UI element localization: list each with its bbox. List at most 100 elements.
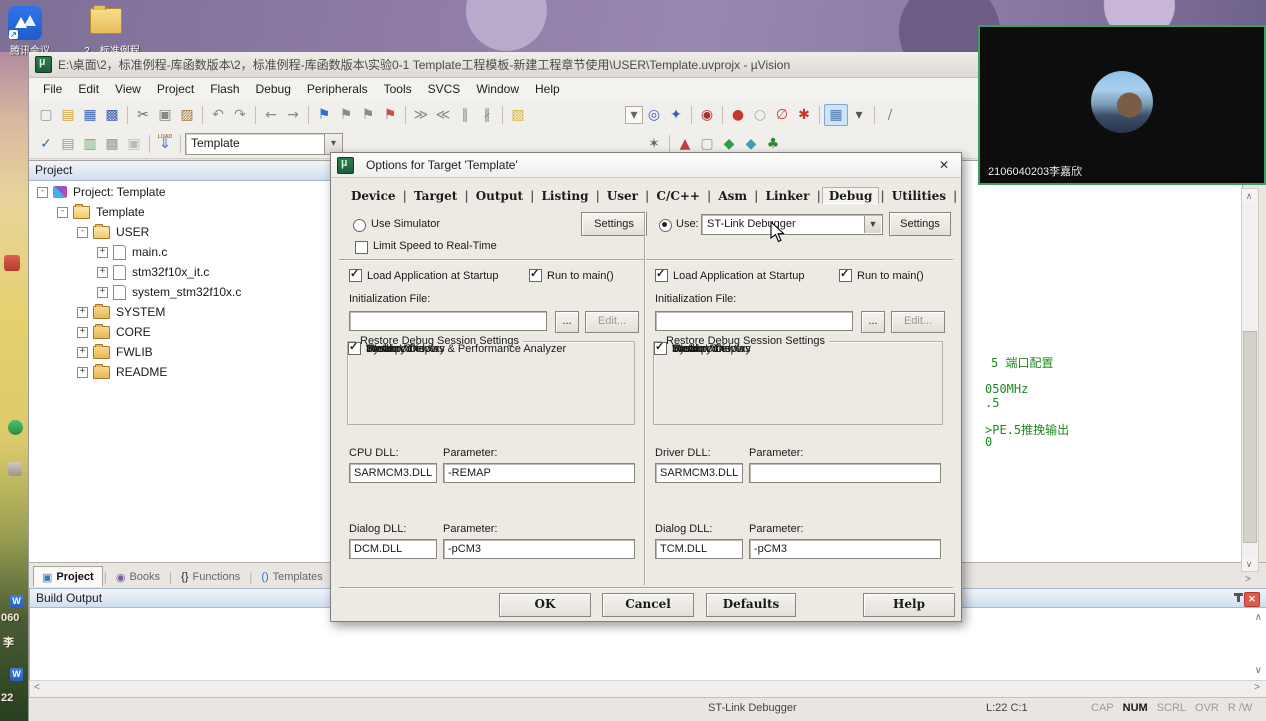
desktop-shortcut-icon[interactable] bbox=[4, 255, 20, 271]
dropdown-caret-icon[interactable]: ▾ bbox=[625, 106, 643, 124]
init-file-input[interactable] bbox=[655, 311, 853, 331]
webcam-overlay[interactable]: 2106040203李嘉欣 bbox=[978, 25, 1266, 185]
dialog-tab-output[interactable]: Output bbox=[470, 188, 529, 204]
comment-icon[interactable]: ∥ bbox=[454, 105, 476, 125]
expand-icon[interactable]: + bbox=[97, 266, 108, 278]
new-file-icon[interactable]: ▢ bbox=[35, 105, 57, 125]
tree-item-core[interactable]: + CORE bbox=[29, 322, 333, 342]
restore-check-system-viewer[interactable]: System Viewer bbox=[348, 340, 439, 355]
dialog-tab-linker[interactable]: Linker bbox=[760, 188, 816, 204]
checkbox-checked-icon[interactable] bbox=[529, 267, 542, 282]
dialog-tab-device[interactable]: Device bbox=[345, 188, 402, 204]
close-icon[interactable]: ✕ bbox=[935, 157, 953, 174]
load-application-checkbox[interactable]: Load Application at Startup bbox=[655, 267, 804, 282]
scroll-down-icon[interactable]: ∨ bbox=[1255, 665, 1262, 676]
tree-item-main-c[interactable]: + main.c bbox=[29, 242, 333, 262]
simulator-settings-button[interactable]: Settings bbox=[581, 212, 647, 236]
scroll-up-icon[interactable]: ∧ bbox=[1255, 612, 1262, 623]
bookmark-toggle-icon[interactable]: ⚑ bbox=[313, 105, 335, 125]
desktop-shortcut-icon[interactable] bbox=[8, 420, 23, 435]
find-in-files-icon[interactable]: ◎ bbox=[643, 105, 665, 125]
expand-icon[interactable]: + bbox=[97, 286, 108, 298]
tree-item-system[interactable]: + SYSTEM bbox=[29, 302, 333, 322]
breakpoints-disable-all-icon[interactable]: ∅ bbox=[771, 105, 793, 125]
select-device-icon[interactable]: ◆ bbox=[740, 134, 762, 154]
parameter-input[interactable] bbox=[749, 463, 941, 483]
close-icon[interactable]: ✕ bbox=[1244, 592, 1260, 607]
layout-caret-icon[interactable]: ▾ bbox=[848, 105, 870, 125]
configure-wrench-icon[interactable]: ∕ bbox=[879, 105, 901, 125]
hscroll-left-icon[interactable]: < bbox=[34, 682, 40, 693]
editor-vscrollbar[interactable]: ∧ ∨ bbox=[1241, 188, 1259, 572]
collapse-icon[interactable]: - bbox=[57, 206, 68, 218]
tab-templates[interactable]: () Templates bbox=[253, 567, 330, 587]
menu-peripherals[interactable]: Peripherals bbox=[299, 80, 376, 98]
tree-item-system-stm32f10x-c[interactable]: + system_stm32f10x.c bbox=[29, 282, 333, 302]
tree-item-fwlib[interactable]: + FWLIB bbox=[29, 342, 333, 362]
dialog-titlebar[interactable]: Options for Target 'Template' bbox=[331, 153, 961, 178]
pack-installer-icon[interactable]: ◆ bbox=[718, 134, 740, 154]
build-output-hscrollbar[interactable]: < > bbox=[29, 680, 1266, 698]
bookmark-next-icon[interactable]: ⚑ bbox=[335, 105, 357, 125]
menu-file[interactable]: File bbox=[35, 80, 70, 98]
browse-button[interactable]: ... bbox=[861, 311, 885, 333]
build-icon[interactable]: ▤ bbox=[57, 134, 79, 154]
menu-window[interactable]: Window bbox=[468, 80, 527, 98]
menu-svcs[interactable]: SVCS bbox=[420, 80, 469, 98]
word-doc-icon[interactable]: W bbox=[10, 595, 23, 608]
parameter-input[interactable] bbox=[443, 539, 635, 559]
run-to-main-checkbox[interactable]: Run to main() bbox=[839, 267, 924, 282]
collapse-icon[interactable]: - bbox=[77, 226, 88, 238]
stop-build-icon[interactable]: ▣ bbox=[123, 134, 145, 154]
menu-view[interactable]: View bbox=[107, 80, 149, 98]
file-extensions-icon[interactable]: ▢ bbox=[696, 134, 718, 154]
redo-icon[interactable]: ↷ bbox=[229, 105, 251, 125]
manage-items-icon[interactable]: ▲ bbox=[674, 134, 696, 154]
bookmark-prev-icon[interactable]: ⚑ bbox=[357, 105, 379, 125]
menu-debug[interactable]: Debug bbox=[248, 80, 299, 98]
chevron-down-icon[interactable]: ▼ bbox=[864, 216, 881, 233]
copy-icon[interactable]: ▣ bbox=[154, 105, 176, 125]
scroll-up-icon[interactable]: ∧ bbox=[1242, 189, 1256, 203]
browse-button[interactable]: ... bbox=[555, 311, 579, 333]
checkbox-checked-icon[interactable] bbox=[349, 267, 362, 282]
dialog-tab-user[interactable]: User bbox=[601, 188, 644, 204]
indent-icon[interactable]: ≫ bbox=[410, 105, 432, 125]
tab-project[interactable]: ▣ Project bbox=[33, 566, 103, 587]
debugger-settings-button[interactable]: Settings bbox=[889, 212, 951, 236]
parameter-input[interactable] bbox=[749, 539, 941, 559]
dialog-tab-debug[interactable]: Debug bbox=[821, 187, 880, 204]
defaults-button[interactable]: Defaults bbox=[706, 593, 796, 617]
breakpoint-disabled-icon[interactable]: ○ bbox=[749, 105, 771, 125]
load-application-checkbox[interactable]: Load Application at Startup bbox=[349, 267, 498, 282]
flash-download-icon[interactable]: LOAD ⇓ bbox=[154, 134, 176, 154]
menu-help[interactable]: Help bbox=[527, 80, 568, 98]
window-layout-icon[interactable]: ▦ bbox=[824, 104, 848, 126]
rebuild-icon[interactable]: ▥ bbox=[79, 134, 101, 154]
dll-input[interactable] bbox=[655, 463, 743, 483]
breakpoints-kill-all-icon[interactable]: ✱ bbox=[793, 105, 815, 125]
find-icon[interactable]: ◉ bbox=[696, 105, 718, 125]
expand-icon[interactable]: + bbox=[77, 366, 88, 378]
options-for-target-icon[interactable]: ✶ bbox=[643, 134, 665, 154]
tree-item-stm32f10x-it-c[interactable]: + stm32f10x_it.c bbox=[29, 262, 333, 282]
use-debugger-radio[interactable] bbox=[659, 219, 672, 232]
dialog-tab-target[interactable]: Target bbox=[408, 188, 463, 204]
limit-speed-checkbox[interactable] bbox=[355, 241, 368, 254]
desktop-shortcut-icon[interactable] bbox=[8, 462, 22, 476]
init-file-input[interactable] bbox=[349, 311, 547, 331]
tree-item-project-template[interactable]: - Project: Template bbox=[29, 182, 333, 202]
menu-project[interactable]: Project bbox=[149, 80, 202, 98]
cancel-button[interactable]: Cancel bbox=[602, 593, 694, 617]
dialog-tab-asm[interactable]: Asm bbox=[712, 188, 753, 204]
help-button[interactable]: Help bbox=[863, 593, 955, 617]
hscroll-right-icon[interactable]: > bbox=[1245, 574, 1251, 585]
batch-build-icon[interactable]: ▩ bbox=[101, 134, 123, 154]
save-all-icon[interactable]: ▩ bbox=[101, 105, 123, 125]
checkbox-checked-icon[interactable] bbox=[655, 267, 668, 282]
breakpoint-icon[interactable]: ● bbox=[727, 105, 749, 125]
tencent-meeting-icon[interactable]: ↗ bbox=[8, 6, 42, 40]
bookmark-clear-icon[interactable]: ⚑ bbox=[379, 105, 401, 125]
dll-input[interactable] bbox=[349, 463, 437, 483]
menu-edit[interactable]: Edit bbox=[70, 80, 107, 98]
